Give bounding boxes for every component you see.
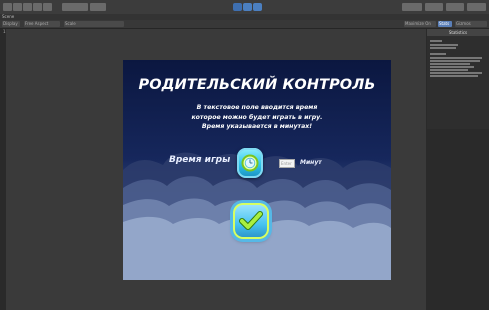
rect-tool-button[interactable] [43,3,52,11]
layers-dropdown[interactable] [446,3,464,11]
step-button[interactable] [253,3,262,11]
rotate-tool-button[interactable] [23,3,32,11]
collab-button[interactable] [402,3,422,11]
gizmos-dropdown[interactable]: Gizmos [455,21,487,27]
minutes-label: Минут [300,159,322,166]
stats-title: Statistics [427,29,489,36]
stats-line [430,75,478,77]
stats-line [430,72,482,74]
pause-button[interactable] [243,3,252,11]
checkmark-icon [239,211,263,230]
game-view-toolbar: Display 1 Free Aspect Scale Maximize On … [0,20,489,34]
stats-panel: Statistics [427,29,489,129]
stats-line [430,44,458,46]
description-line: В текстовое поле вводится время [196,104,318,111]
stats-line [430,53,446,55]
move-tool-button[interactable] [13,3,22,11]
stats-line [430,69,468,71]
account-button[interactable] [425,3,443,11]
stats-label: Stats [439,21,450,26]
global-toggle[interactable] [90,3,106,11]
aspect-label: Free Aspect [25,21,49,26]
scale-slider[interactable]: Scale [64,21,124,27]
clouds-background [123,152,391,280]
stats-line [430,63,470,65]
stats-line [430,40,442,42]
play-button[interactable] [233,3,242,11]
editor-toolbar [0,0,489,15]
stats-line [430,47,456,49]
display-dropdown[interactable]: Display 1 [2,21,20,34]
time-input[interactable]: Enter [279,159,295,168]
page-title: РОДИТЕЛЬСКИЙ КОНТРОЛЬ [138,77,376,93]
layout-dropdown[interactable] [467,3,486,11]
scale-label: Scale [65,21,76,26]
description-line: которое можно будет играть в игру. [191,113,323,121]
stats-line [430,60,480,62]
game-screen: РОДИТЕЛЬСКИЙ КОНТРОЛЬ В текстовое поле в… [123,60,391,280]
scale-tool-button[interactable] [33,3,42,11]
description: В текстовое поле вводится время которое … [123,103,391,132]
gizmos-label: Gizmos [456,21,471,26]
pivot-toggle[interactable] [62,3,88,11]
stats-line [430,57,482,59]
clock-icon [241,154,259,172]
stats-toggle[interactable]: Stats [438,21,452,27]
description-line: Время указывается в минутах! [201,123,313,130]
confirm-button[interactable] [233,203,269,239]
time-label: Время игры [169,155,231,165]
hand-tool-button[interactable] [3,3,12,11]
clock-button[interactable] [237,148,263,178]
maximize-on-play-toggle[interactable]: Maximize On Play [404,21,436,34]
aspect-dropdown[interactable]: Free Aspect [24,21,60,27]
stats-line [430,66,474,68]
